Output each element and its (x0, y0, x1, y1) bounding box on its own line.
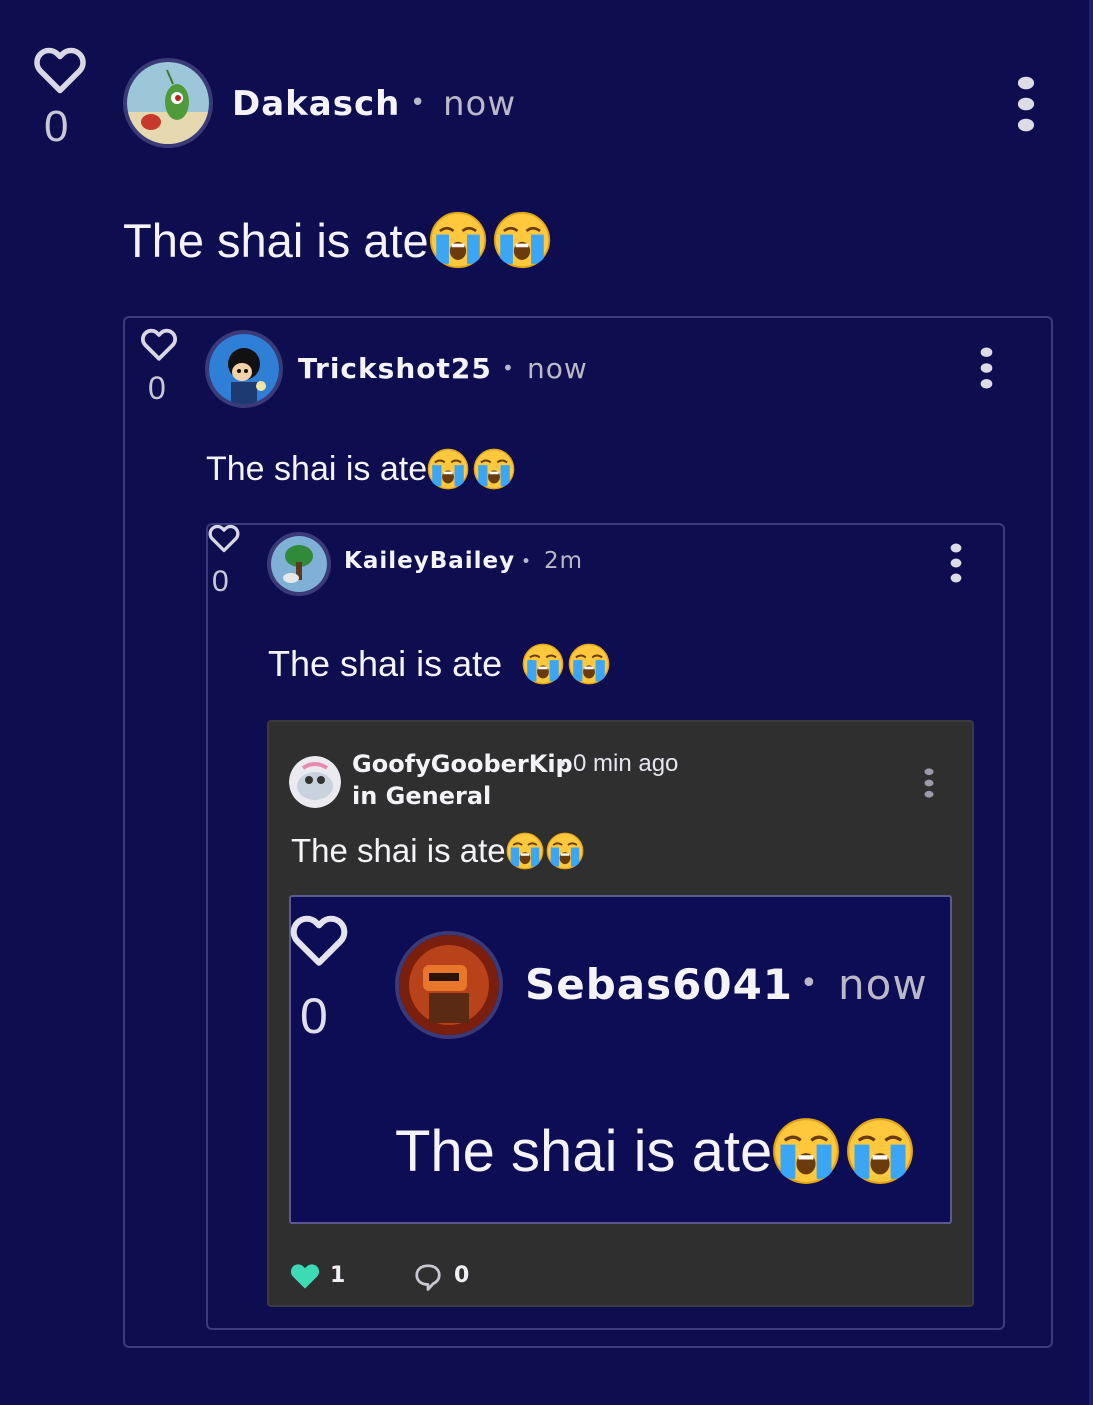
more-options-icon[interactable] (950, 543, 962, 583)
comments-count: 0 (454, 1263, 470, 1288)
more-options-icon[interactable] (924, 768, 934, 798)
separator: • (502, 356, 514, 380)
screen-edge (1089, 0, 1093, 1405)
separator: • (556, 752, 568, 776)
avatar[interactable] (267, 532, 331, 596)
loudly-crying-face-emoji (473, 448, 515, 490)
timestamp: 0 min ago (573, 750, 679, 777)
separator: • (410, 88, 426, 118)
like-count: 0 (44, 102, 69, 151)
loudly-crying-face-emoji (493, 211, 551, 269)
like-count: 0 (300, 988, 328, 1044)
likes-count: 1 (330, 1263, 346, 1288)
loudly-crying-face-emoji (568, 643, 610, 685)
comment-text: The shai is ate (206, 446, 515, 492)
post-text: The shai is ate (123, 210, 551, 270)
username[interactable]: Trickshot25 (298, 352, 492, 385)
loudly-crying-face-emoji (846, 1117, 914, 1185)
comment-text-content: The shai is ate (206, 449, 428, 488)
username[interactable]: KaileyBailey (344, 548, 515, 574)
username[interactable]: Sebas6041 (525, 960, 793, 1009)
community-label[interactable]: in General (352, 782, 491, 810)
timestamp: 2m (544, 548, 584, 574)
post-text: The shai is ate (291, 830, 584, 872)
post-text-content: The shai is ate (291, 832, 506, 869)
loudly-crying-face-emoji (522, 643, 564, 685)
comment-bubble-icon[interactable] (412, 1262, 444, 1296)
loudly-crying-face-emoji (427, 448, 469, 490)
timestamp: now (443, 84, 517, 124)
separator: • (800, 966, 818, 1001)
comment-text: The shai is ate (268, 640, 610, 688)
heart-icon[interactable] (30, 38, 90, 98)
post-text-content: The shai is ate (123, 213, 429, 267)
comment-text-content: The shai is ate (268, 643, 513, 684)
username[interactable]: GoofyGooberKip (352, 750, 573, 778)
loudly-crying-face-emoji (772, 1117, 840, 1185)
like-count: 0 (212, 565, 229, 598)
like-heart-filled-icon[interactable] (288, 1260, 322, 1294)
loudly-crying-face-emoji (429, 211, 487, 269)
more-options-icon[interactable] (980, 347, 993, 389)
avatar[interactable] (205, 330, 283, 408)
avatar[interactable] (289, 756, 341, 808)
like-count: 0 (148, 370, 166, 406)
loudly-crying-face-emoji (506, 832, 544, 870)
more-options-icon[interactable] (1017, 76, 1035, 132)
avatar[interactable] (123, 58, 213, 148)
timestamp: now (838, 960, 928, 1009)
heart-icon[interactable] (206, 519, 242, 555)
heart-icon[interactable] (286, 905, 352, 971)
avatar[interactable] (395, 931, 503, 1039)
username[interactable]: Dakasch (232, 84, 400, 124)
comment-text-content: The shai is ate (395, 1118, 773, 1184)
timestamp: now (527, 352, 588, 385)
comment-text: The shai is ate (395, 1114, 914, 1188)
heart-icon[interactable] (138, 322, 180, 364)
separator: • (521, 552, 532, 572)
loudly-crying-face-emoji (546, 832, 584, 870)
